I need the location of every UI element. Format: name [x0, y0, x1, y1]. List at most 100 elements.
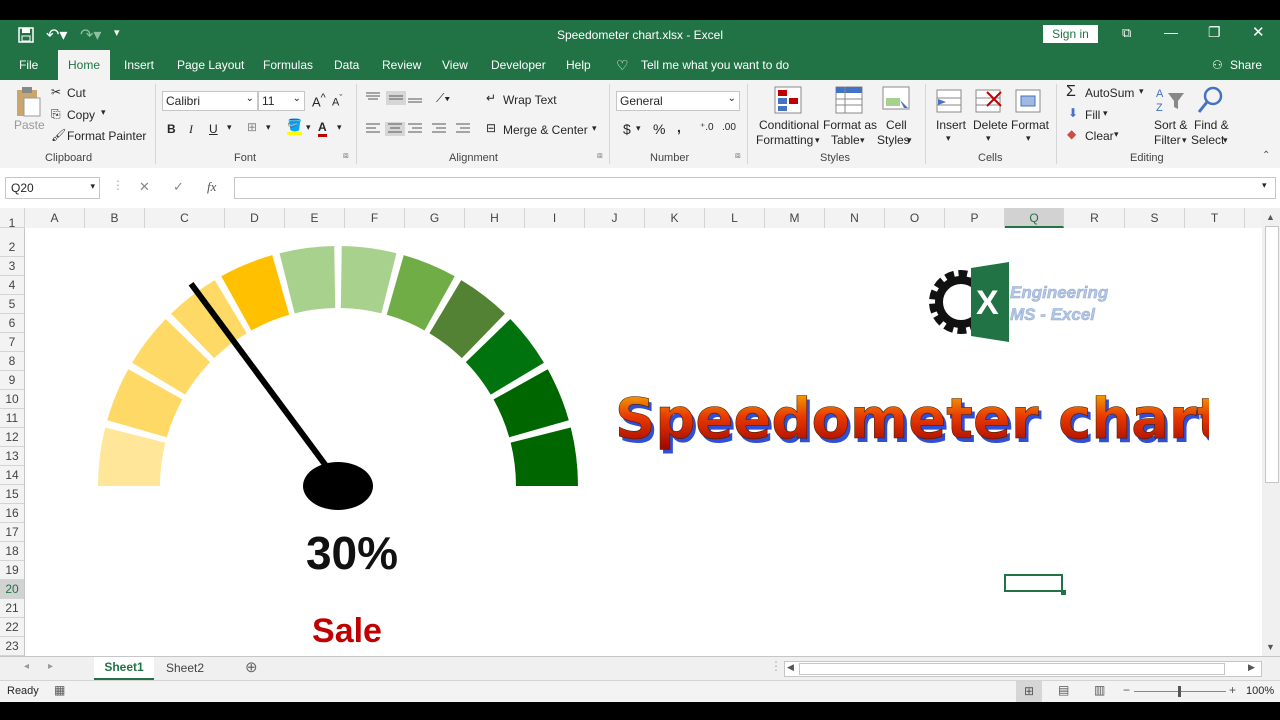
underline-button[interactable]: U: [209, 122, 218, 136]
zoom-level[interactable]: 100%: [1246, 685, 1274, 697]
format-cells-icon[interactable]: [1015, 86, 1043, 116]
sort-filter-icon[interactable]: AZ: [1156, 85, 1186, 115]
orientation-icon[interactable]: ⟋▾: [436, 91, 450, 106]
paste-button[interactable]: Paste: [14, 118, 45, 132]
column-header[interactable]: J: [585, 208, 645, 228]
tab-review[interactable]: Review: [382, 50, 421, 80]
vertical-scrollbar[interactable]: ▲ ▼: [1262, 208, 1280, 656]
borders-dropdown-icon[interactable]: ▾: [266, 122, 271, 133]
font-name-select[interactable]: Calibri ⌄: [162, 91, 258, 111]
cut-button[interactable]: Cut: [67, 86, 86, 100]
insert-cells-icon[interactable]: [936, 86, 964, 116]
font-launcher-icon[interactable]: ⧈: [343, 150, 349, 161]
currency-button[interactable]: $: [623, 121, 631, 137]
format-as-table-icon[interactable]: [835, 86, 865, 116]
speedometer-gauge[interactable]: 30% Sale: [65, 228, 635, 656]
insert-function-icon[interactable]: fx: [207, 179, 216, 195]
row-header[interactable]: 17: [0, 523, 24, 542]
autosum-button[interactable]: AutoSum: [1085, 86, 1134, 100]
decrease-font-icon[interactable]: Aˇ: [332, 93, 342, 109]
row-header[interactable]: 7: [0, 333, 24, 352]
wrap-text-icon[interactable]: ↵: [486, 91, 496, 105]
column-header[interactable]: D: [225, 208, 285, 228]
scroll-right-icon[interactable]: ▶: [1248, 662, 1255, 673]
currency-dropdown-icon[interactable]: ▾: [636, 123, 641, 134]
horizontal-align-icons[interactable]: [366, 122, 476, 136]
copy-dropdown-icon[interactable]: ▾: [101, 107, 106, 118]
enter-icon[interactable]: ✓: [173, 179, 184, 195]
column-header[interactable]: K: [645, 208, 705, 228]
selected-cell[interactable]: [1004, 574, 1063, 592]
cancel-icon[interactable]: ✕: [139, 179, 150, 195]
autosum-icon[interactable]: Σ: [1066, 83, 1076, 101]
row-header[interactable]: 14: [0, 466, 24, 485]
sort-filter-button[interactable]: Sort &: [1154, 118, 1187, 132]
clear-button[interactable]: Clear: [1085, 129, 1114, 143]
row-header[interactable]: 23: [0, 637, 24, 656]
formula-input[interactable]: [234, 177, 1276, 199]
row-header[interactable]: 19: [0, 561, 24, 580]
format-painter-icon[interactable]: 🖌: [51, 128, 66, 142]
tab-developer[interactable]: Developer: [491, 50, 546, 80]
column-header[interactable]: G: [405, 208, 465, 228]
font-color-icon[interactable]: A: [318, 120, 327, 137]
tab-view[interactable]: View: [442, 50, 468, 80]
alignment-launcher-icon[interactable]: ⧈: [597, 150, 603, 161]
delete-cells-icon[interactable]: [975, 86, 1005, 116]
tab-page-layout[interactable]: Page Layout: [177, 50, 244, 80]
row-header[interactable]: 16: [0, 504, 24, 523]
row-header[interactable]: 6: [0, 314, 24, 333]
row-header[interactable]: 4: [0, 276, 24, 295]
tell-me-search[interactable]: Tell me what you want to do: [641, 50, 789, 80]
conditional-formatting-icon[interactable]: [774, 86, 804, 116]
zoom-out-icon[interactable]: −: [1123, 683, 1130, 697]
expand-formula-icon[interactable]: ▾: [1262, 180, 1267, 191]
find-select-button[interactable]: Find &: [1194, 118, 1229, 132]
column-header[interactable]: R: [1065, 208, 1125, 228]
restore-icon[interactable]: ❐: [1208, 24, 1221, 41]
wrap-text-button[interactable]: Wrap Text: [503, 93, 557, 107]
collapse-ribbon-icon[interactable]: ⌃: [1262, 150, 1270, 161]
normal-view-icon[interactable]: ⊞: [1016, 681, 1042, 702]
row-header[interactable]: 12: [0, 428, 24, 447]
name-box[interactable]: Q20 ▾: [5, 177, 100, 199]
decrease-decimal-icon[interactable]: .00: [722, 122, 736, 133]
conditional-formatting-button[interactable]: Conditional: [759, 118, 819, 132]
fill-down-icon[interactable]: ⬇: [1068, 106, 1078, 120]
borders-icon[interactable]: ⊞: [247, 120, 257, 134]
font-size-select[interactable]: 11 ⌄: [258, 91, 305, 111]
copy-icon[interactable]: ⎘: [51, 107, 61, 122]
scroll-down-icon[interactable]: ▼: [1266, 642, 1275, 652]
ribbon-display-icon[interactable]: ⧉: [1122, 25, 1131, 41]
row-header[interactable]: 18: [0, 542, 24, 561]
row-header[interactable]: 22: [0, 618, 24, 637]
cut-icon[interactable]: ✂: [51, 85, 61, 99]
underline-dropdown-icon[interactable]: ▾: [227, 122, 232, 133]
font-color-dropdown-icon[interactable]: ▾: [337, 122, 342, 133]
format-as-table-button[interactable]: Format as: [823, 118, 877, 132]
merge-dropdown-icon[interactable]: ▾: [592, 123, 597, 134]
find-select-icon[interactable]: [1196, 85, 1226, 115]
zoom-in-icon[interactable]: +: [1229, 683, 1236, 697]
tab-home[interactable]: Home: [58, 50, 110, 80]
share-button[interactable]: Share: [1230, 50, 1262, 80]
sheet-tab-sheet2[interactable]: Sheet2: [157, 657, 213, 679]
scroll-left-icon[interactable]: ◀: [787, 662, 794, 673]
column-header[interactable]: C: [145, 208, 225, 228]
eraser-icon[interactable]: ◆: [1067, 127, 1076, 141]
number-format-select[interactable]: General ⌄: [616, 91, 740, 111]
macro-record-icon[interactable]: ▦: [54, 683, 65, 697]
tab-insert[interactable]: Insert: [124, 50, 154, 80]
worksheet-grid[interactable]: 30% Sale X Engineering MS - Excel Speedo…: [25, 228, 1262, 656]
column-header[interactable]: B: [85, 208, 145, 228]
prev-sheet-icon[interactable]: ◂: [24, 661, 29, 672]
row-header[interactable]: 8: [0, 352, 24, 371]
tab-file[interactable]: File: [19, 50, 38, 80]
column-header[interactable]: L: [705, 208, 765, 228]
row-header-active[interactable]: 20: [0, 580, 24, 599]
close-icon[interactable]: ✕: [1252, 23, 1265, 41]
paste-icon[interactable]: [14, 86, 42, 118]
merge-icon[interactable]: ⊟: [486, 121, 496, 135]
minimize-icon[interactable]: —: [1164, 24, 1178, 40]
column-header[interactable]: P: [945, 208, 1005, 228]
